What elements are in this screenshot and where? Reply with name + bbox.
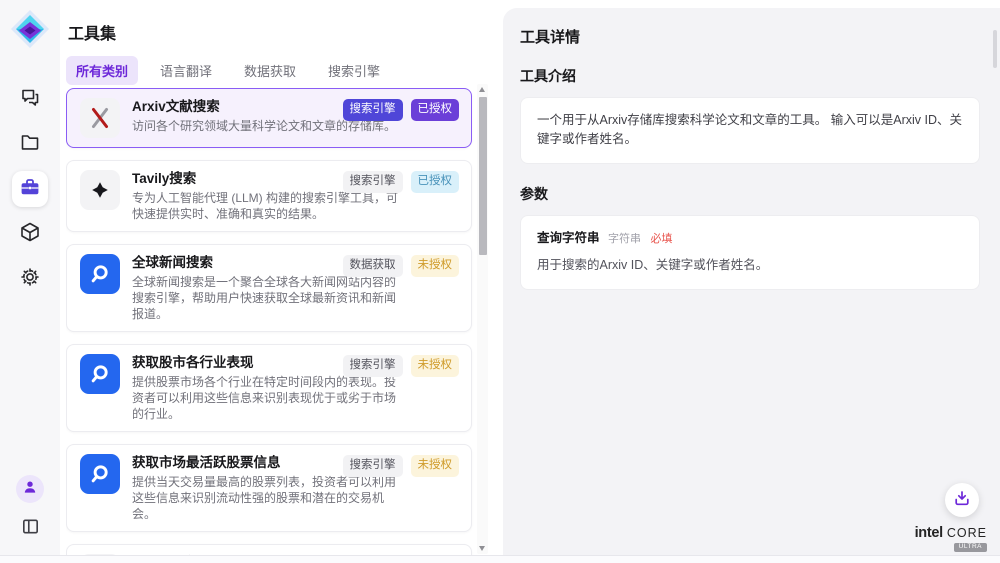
auth-status-badge: 未授权 [411, 455, 460, 477]
tool-list-panel: 工具集 所有类别 语言翻译 数据获取 搜索引擎 Arxiv文献搜索 访问各个研究… [60, 0, 503, 556]
tool-card[interactable]: Arxiv文献搜索 访问各个研究领域大量科学论文和文章的存储库。 搜索引擎 已授… [66, 88, 472, 148]
scroll-up-arrow-icon[interactable] [479, 87, 485, 92]
tool-badges: 搜索引擎 未授权 [343, 355, 460, 377]
param-box: 查询字符串 字符串 必填 用于搜索的Arxiv ID、关键字或作者姓名。 [520, 215, 980, 290]
tool-details-panel: 工具详情 工具介绍 一个用于从Arxiv存储库搜索科学论文和文章的工具。 输入可… [503, 8, 1000, 556]
tool-description: 提供股票市场各个行业在特定时间段内的表现。投资者可以利用这些信息来识别表现优于或… [132, 374, 404, 422]
tab-search-engine[interactable]: 搜索引擎 [318, 56, 390, 85]
bubble-search-icon [80, 354, 120, 394]
bubble-search-icon [80, 454, 120, 494]
panel-toggle-icon [20, 516, 41, 542]
tool-description: 全球新闻搜索是一个聚合全球各大新闻网站内容的搜索引擎，帮助用户快速获取全球最新资… [132, 274, 404, 322]
bubble-search-icon [80, 254, 120, 294]
page-title: 工具集 [68, 20, 116, 44]
tool-badges: 搜索引擎 已授权 [343, 171, 460, 193]
param-required-label: 必填 [650, 233, 672, 245]
app-logo-icon [10, 9, 50, 49]
tool-card[interactable]: 获取股市各行业表现 提供股票市场各个行业在特定时间段内的表现。投资者可以利用这些… [66, 344, 472, 432]
user-icon [22, 479, 38, 500]
intro-box: 一个用于从Arxiv存储库搜索科学论文和文章的工具。 输入可以是Arxiv ID… [520, 97, 980, 164]
sidebar [0, 0, 60, 556]
tool-badges: 数据获取 未授权 [343, 255, 460, 277]
sidebar-nav [12, 81, 48, 297]
window-bottom-strip [0, 555, 1000, 563]
scrollbar-thumb[interactable] [479, 97, 487, 255]
auth-status-badge: 已授权 [411, 99, 460, 121]
download-button[interactable] [945, 483, 979, 517]
tool-card[interactable]: Tavily搜索 专为人工智能代理 (LLM) 构建的搜索引擎工具，可快速提供实… [66, 160, 472, 232]
details-title: 工具详情 [520, 26, 980, 47]
sidebar-item-chat[interactable] [12, 81, 48, 117]
param-description: 用于搜索的Arxiv ID、关键字或作者姓名。 [537, 256, 963, 275]
intel-badge-text: ULTRA [954, 543, 987, 553]
tool-card[interactable]: 全球新闻搜索 全球新闻搜索是一个聚合全球各大新闻网站内容的搜索引擎，帮助用户快速… [66, 244, 472, 332]
category-badge: 数据获取 [343, 255, 403, 277]
tool-card[interactable]: 获取市场最活跃股票信息 提供当天交易量最高的股票列表，投资者可以利用这些信息来识… [66, 444, 472, 532]
intro-text: 一个用于从Arxiv存储库搜索科学论文和文章的工具。 输入可以是Arxiv ID… [537, 113, 962, 146]
auth-status-badge: 未授权 [411, 355, 460, 377]
sidebar-item-models[interactable] [12, 216, 48, 252]
intel-product-text: CORE [947, 527, 987, 540]
param-name: 查询字符串 [537, 231, 600, 245]
auth-status-badge: 已授权 [411, 171, 460, 193]
sidebar-bottom [15, 475, 45, 544]
intel-core-logo: intel CORE ULTRA [915, 526, 987, 552]
user-avatar[interactable] [16, 475, 44, 503]
tool-description: 提供当天交易量最高的股票列表，投资者可以利用这些信息来识别流动性强的股票和潜在的… [132, 474, 404, 522]
category-badge: 搜索引擎 [343, 99, 403, 121]
sidebar-collapse-button[interactable] [15, 514, 45, 544]
category-badge: 搜索引擎 [343, 171, 403, 193]
tool-list: Arxiv文献搜索 访问各个研究领域大量科学论文和文章的存储库。 搜索引擎 已授… [66, 88, 476, 556]
auth-status-badge: 未授权 [411, 255, 460, 277]
tool-badges: 搜索引擎 未授权 [343, 455, 460, 477]
download-icon [953, 489, 971, 512]
tool-description: 专为人工智能代理 (LLM) 构建的搜索引擎工具，可快速提供实时、准确和真实的结… [132, 190, 404, 222]
folder-icon [19, 131, 41, 158]
scroll-down-arrow-icon[interactable] [479, 546, 485, 551]
params-heading: 参数 [520, 184, 980, 204]
category-badge: 搜索引擎 [343, 455, 403, 477]
details-scrollbar-thumb[interactable] [993, 30, 997, 68]
sparkle-icon [80, 170, 120, 210]
tool-badges: 搜索引擎 已授权 [343, 99, 460, 121]
gear-icon [19, 266, 41, 293]
tab-language-translation[interactable]: 语言翻译 [150, 56, 222, 85]
toolbox-icon [19, 176, 41, 203]
sidebar-item-files[interactable] [12, 126, 48, 162]
category-tabs: 所有类别 语言翻译 数据获取 搜索引擎 [66, 56, 390, 85]
list-scrollbar[interactable] [477, 84, 488, 554]
tab-all-categories[interactable]: 所有类别 [66, 56, 138, 85]
category-badge: 搜索引擎 [343, 355, 403, 377]
param-header: 查询字符串 字符串 必填 [537, 229, 963, 248]
param-type: 字符串 [608, 233, 641, 245]
cube-icon [19, 221, 41, 248]
sidebar-item-settings[interactable] [12, 261, 48, 297]
arxiv-icon [80, 98, 120, 138]
intel-brand-text: intel [915, 526, 943, 541]
chat-icon [19, 86, 41, 113]
intro-heading: 工具介绍 [520, 66, 980, 86]
sidebar-item-tools[interactable] [12, 171, 48, 207]
tab-data-fetching[interactable]: 数据获取 [234, 56, 306, 85]
